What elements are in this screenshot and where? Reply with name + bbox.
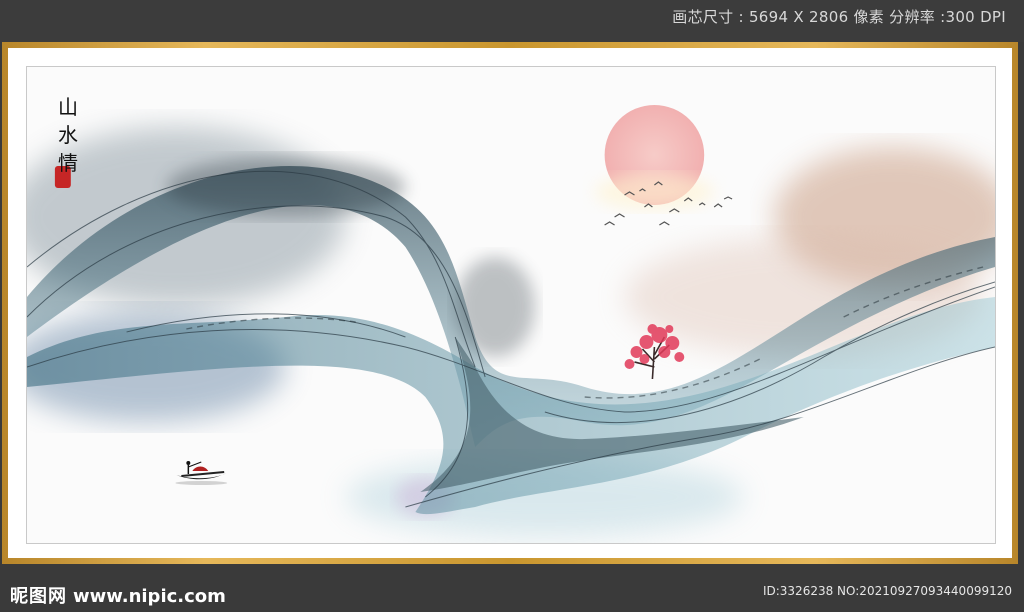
gold-frame: 山 水 情 [2,42,1018,564]
logo-chinese: 昵图网 [10,586,67,607]
site-logo[interactable]: 昵图网 www.nipic.com [10,582,226,608]
painting-canvas: 山 水 情 [26,66,996,544]
calligraphy-char-2: 水 [58,123,78,147]
calligraphy-title: 山 水 情 [53,93,83,177]
logo-url: www.nipic.com [73,586,226,607]
ink-landscape-painting [27,105,995,537]
fishing-boat [175,461,228,485]
frame-mat: 山 水 情 [8,48,1012,558]
top-info-bar: 画芯尺寸 : 5694 X 2806 像素 分辨率 :300 DPI [0,0,1024,42]
calligraphy-char-1: 山 [58,95,78,119]
calligraphy-char-3: 情 [58,151,78,175]
image-id: ID:3326238 NO:20210927093440099120 [762,584,1012,598]
footer-bar: 昵图网 www.nipic.com ID:3326238 NO:202109270… [0,564,1024,612]
image-size-info: 画芯尺寸 : 5694 X 2806 像素 分辨率 :300 DPI [672,8,1006,26]
